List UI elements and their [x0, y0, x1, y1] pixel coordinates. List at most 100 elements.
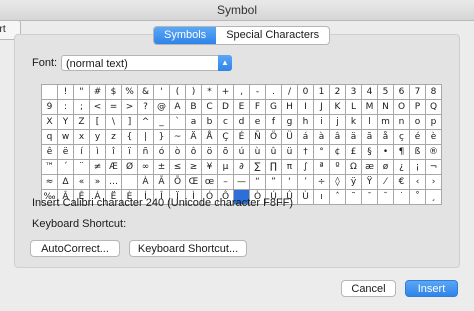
symbol-cell[interactable]: Ü: [282, 130, 298, 145]
symbol-cell[interactable]: î: [106, 145, 122, 160]
symbol-cell[interactable]: ¨: [74, 160, 90, 175]
symbol-cell[interactable]: 8: [426, 85, 442, 100]
symbol-cell[interactable]: #: [90, 85, 106, 100]
symbol-cell[interactable]: _: [154, 115, 170, 130]
symbol-cell[interactable]: ª: [314, 160, 330, 175]
symbol-cell[interactable]: ±: [154, 160, 170, 175]
symbol-cell[interactable]: }: [154, 130, 170, 145]
symbol-cell[interactable]: [122, 175, 138, 190]
symbol-cell[interactable]: ó: [154, 145, 170, 160]
symbol-cell[interactable]: 0: [298, 85, 314, 100]
keyboard-shortcut-button[interactable]: Keyboard Shortcut...: [129, 240, 247, 257]
symbol-cell[interactable]: «: [74, 175, 90, 190]
symbol-cell[interactable]: ∆: [58, 175, 74, 190]
symbol-cell[interactable]: %: [122, 85, 138, 100]
symbol-cell[interactable]: 9: [42, 100, 58, 115]
symbol-cell[interactable]: C: [202, 100, 218, 115]
symbol-cell[interactable]: [42, 85, 58, 100]
symbol-cell[interactable]: ¿: [394, 160, 410, 175]
symbol-cell[interactable]: ¡: [410, 160, 426, 175]
symbol-cell[interactable]: ": [74, 85, 90, 100]
symbol-cell[interactable]: à: [314, 130, 330, 145]
symbol-cell[interactable]: ∞: [138, 160, 154, 175]
symbol-cell[interactable]: [: [90, 115, 106, 130]
symbol-cell[interactable]: –: [218, 175, 234, 190]
symbol-cell[interactable]: g: [282, 115, 298, 130]
symbol-cell[interactable]: ‘: [282, 175, 298, 190]
symbol-cell[interactable]: ê: [42, 145, 58, 160]
symbol-cell[interactable]: $: [106, 85, 122, 100]
symbol-cell[interactable]: µ: [218, 160, 234, 175]
symbol-cell[interactable]: »: [90, 175, 106, 190]
symbol-cell[interactable]: ä: [346, 130, 362, 145]
symbol-cell[interactable]: À: [138, 175, 154, 190]
symbol-cell[interactable]: 3: [346, 85, 362, 100]
symbol-cell[interactable]: |: [138, 130, 154, 145]
symbol-cell[interactable]: ˙: [394, 190, 410, 205]
symbol-cell[interactable]: Q: [426, 100, 442, 115]
symbol-cell[interactable]: ï: [122, 145, 138, 160]
symbol-cell[interactable]: æ: [362, 160, 378, 175]
symbol-cell[interactable]: ◊: [330, 175, 346, 190]
tab-symbols[interactable]: Symbols: [154, 27, 217, 44]
symbol-cell[interactable]: Å: [202, 130, 218, 145]
symbol-cell[interactable]: ‹: [410, 175, 426, 190]
symbol-cell[interactable]: k: [346, 115, 362, 130]
symbol-cell[interactable]: ì: [90, 145, 106, 160]
symbol-cell[interactable]: ›: [426, 175, 442, 190]
symbol-cell[interactable]: q: [42, 130, 58, 145]
symbol-cell[interactable]: ÿ: [346, 175, 362, 190]
symbol-cell[interactable]: M: [362, 100, 378, 115]
symbol-cell[interactable]: °: [314, 145, 330, 160]
symbol-cell[interactable]: Ç: [218, 130, 234, 145]
symbol-cell[interactable]: :: [58, 100, 74, 115]
symbol-cell[interactable]: B: [186, 100, 202, 115]
symbol-cell[interactable]: œ: [202, 175, 218, 190]
symbol-cell[interactable]: Æ: [106, 160, 122, 175]
symbol-cell[interactable]: ö: [202, 145, 218, 160]
symbol-cell[interactable]: Y: [58, 115, 74, 130]
symbol-cell[interactable]: Z: [74, 115, 90, 130]
symbol-cell[interactable]: ): [186, 85, 202, 100]
symbol-cell[interactable]: ´: [58, 160, 74, 175]
symbol-cell[interactable]: ú: [234, 145, 250, 160]
symbol-cell[interactable]: ~: [170, 130, 186, 145]
symbol-cell[interactable]: !: [58, 85, 74, 100]
symbol-cell[interactable]: <: [90, 100, 106, 115]
symbol-cell[interactable]: c: [218, 115, 234, 130]
tab-special-characters[interactable]: Special Characters: [216, 27, 329, 44]
symbol-cell[interactable]: 6: [394, 85, 410, 100]
symbol-cell[interactable]: a: [186, 115, 202, 130]
symbol-cell[interactable]: b: [202, 115, 218, 130]
symbol-cell[interactable]: ≠: [90, 160, 106, 175]
symbol-cell[interactable]: Ö: [266, 130, 282, 145]
symbol-cell[interactable]: K: [330, 100, 346, 115]
symbol-cell[interactable]: +: [218, 85, 234, 100]
cancel-button[interactable]: Cancel: [341, 280, 396, 297]
symbol-cell[interactable]: û: [266, 145, 282, 160]
symbol-cell[interactable]: ∂: [234, 160, 250, 175]
symbol-cell[interactable]: ;: [74, 100, 90, 115]
symbol-cell[interactable]: €: [394, 175, 410, 190]
symbol-cell[interactable]: \: [106, 115, 122, 130]
symbol-cell[interactable]: I: [298, 100, 314, 115]
symbol-cell[interactable]: >: [122, 100, 138, 115]
symbol-cell[interactable]: 7: [410, 85, 426, 100]
symbol-cell[interactable]: z: [106, 130, 122, 145]
symbol-cell[interactable]: ñ: [138, 145, 154, 160]
symbol-cell[interactable]: —: [234, 175, 250, 190]
symbol-cell[interactable]: -: [250, 85, 266, 100]
symbol-cell[interactable]: Ø: [122, 160, 138, 175]
symbol-cell[interactable]: ?: [138, 100, 154, 115]
symbol-cell[interactable]: Õ: [170, 175, 186, 190]
symbol-cell[interactable]: õ: [218, 145, 234, 160]
symbol-cell[interactable]: G: [266, 100, 282, 115]
symbol-cell[interactable]: n: [394, 115, 410, 130]
symbol-cell[interactable]: 5: [378, 85, 394, 100]
symbol-cell[interactable]: A: [170, 100, 186, 115]
symbol-cell[interactable]: E: [234, 100, 250, 115]
symbol-cell[interactable]: &: [138, 85, 154, 100]
symbol-cell[interactable]: ¸: [426, 190, 442, 205]
symbol-cell[interactable]: â: [330, 130, 346, 145]
symbol-cell[interactable]: Ñ: [250, 130, 266, 145]
